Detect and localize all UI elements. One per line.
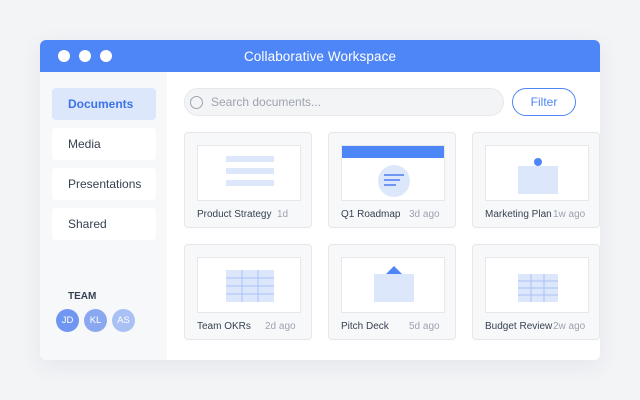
search-input[interactable] [209,94,483,110]
avatar-as[interactable]: AS [112,309,135,332]
roadmap-icon [341,145,445,201]
sidebar-item-presentations[interactable]: Presentations [52,168,156,200]
avatar-kl[interactable]: KL [84,309,107,332]
filter-button[interactable]: Filter [512,88,576,116]
search-bar[interactable] [184,88,504,116]
document-name: Product Strategy [197,209,272,220]
document-card[interactable]: Budget Review 2w ago [472,244,600,340]
document-card[interactable]: Team OKRs 2d ago [184,244,312,340]
document-name: Q1 Roadmap [341,209,401,220]
sidebar-item-documents[interactable]: Documents [52,88,156,120]
sidebar: Documents Media Presentations Shared TEA… [40,72,167,360]
document-name: Team OKRs [197,321,251,332]
document-card[interactable]: Product Strategy 1d [184,132,312,228]
document-modified: 3d ago [409,209,440,220]
maximize-window-button[interactable] [100,50,112,62]
document-modified: 2d ago [265,321,296,332]
spreadsheet-icon [485,257,589,313]
sidebar-item-shared[interactable]: Shared [52,208,156,240]
document-card[interactable]: Q1 Roadmap 3d ago [328,132,456,228]
search-icon [190,95,203,109]
app-window: Collaborative Workspace Documents Media … [40,40,600,360]
document-modified: 5d ago [409,321,440,332]
document-card[interactable]: Pitch Deck 5d ago [328,244,456,340]
document-name: Marketing Plan [485,209,552,220]
close-window-button[interactable] [58,50,70,62]
table-icon [197,257,301,313]
sidebar-item-label: Presentations [68,177,142,191]
pinned-note-icon [485,145,589,201]
window-title: Collaborative Workspace [243,48,397,64]
team-heading: TEAM [68,291,97,302]
minimize-window-button[interactable] [79,50,91,62]
document-modified: 2w ago [553,321,586,332]
sidebar-item-label: Media [68,137,101,151]
document-name: Budget Review [485,321,553,332]
document-modified: 1w ago [553,209,586,220]
avatar-jd[interactable]: JD [56,309,79,332]
sidebar-item-label: Documents [68,97,134,111]
sidebar-item-media[interactable]: Media [52,128,156,160]
window-controls [58,50,112,62]
document-name: Pitch Deck [341,321,389,332]
document-card[interactable]: Marketing Plan 1w ago [472,132,600,228]
sidebar-item-label: Shared [68,217,107,231]
document-modified: 1d [277,209,289,220]
title-bar: Collaborative Workspace [40,40,600,72]
doc-lines-icon [197,145,301,201]
slides-icon [341,257,445,313]
